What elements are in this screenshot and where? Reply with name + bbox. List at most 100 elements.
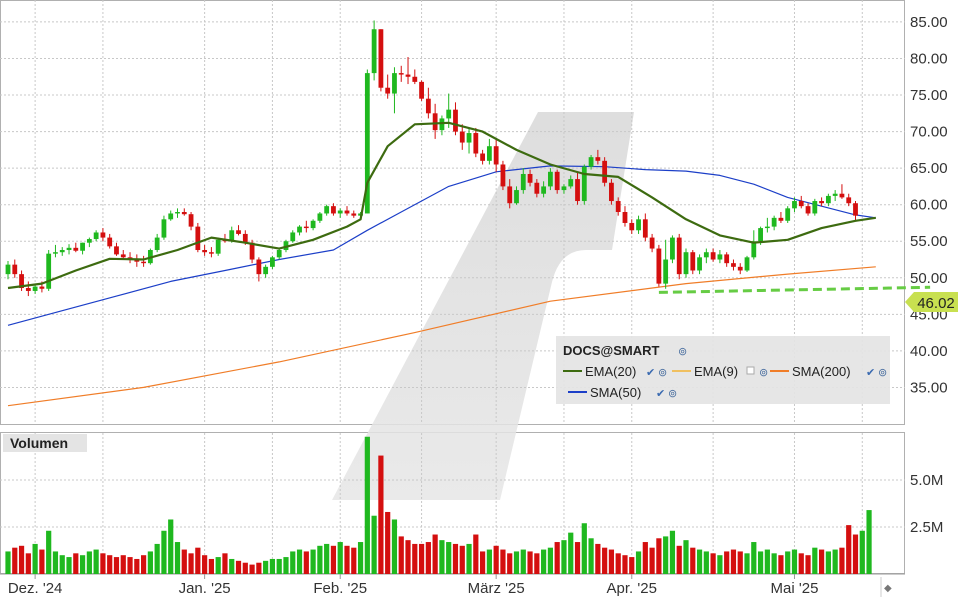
candle-body	[771, 217, 777, 227]
volume-bar	[161, 530, 167, 574]
candle-body	[297, 226, 302, 233]
volume-bar	[195, 547, 201, 574]
volume-bar	[554, 542, 560, 574]
volume-bar	[141, 555, 147, 574]
candle-body	[114, 246, 119, 255]
volume-bar	[771, 553, 777, 574]
check-icon[interactable]: ✔	[656, 388, 665, 400]
volume-bar	[127, 557, 133, 574]
candle-body	[412, 76, 418, 82]
x-tick-label: Apr. '25	[607, 580, 657, 597]
volume-bar	[5, 551, 11, 574]
legend-label-ema9: EMA(9)	[694, 364, 738, 379]
volume-bar	[825, 551, 831, 574]
volume-bar	[500, 549, 506, 574]
candle-body	[548, 171, 553, 187]
candle-body	[154, 237, 160, 251]
legend[interactable]: DOCS@SMART ⊚ EMA(20) ✔ ⊚ EMA(9) ⊚ SMA(20…	[556, 336, 890, 404]
candle-body	[195, 226, 201, 251]
volume-bar	[466, 543, 472, 574]
volume-bar	[168, 519, 174, 574]
legend-symbol: DOCS@SMART	[563, 343, 660, 358]
volume-bar	[683, 540, 689, 574]
check-icon[interactable]: ✔	[646, 367, 655, 379]
candle-body	[371, 29, 377, 74]
candle-body	[385, 87, 391, 94]
volume-bar	[791, 549, 798, 574]
volume-bar	[520, 549, 526, 574]
candle-body	[615, 201, 621, 212]
volume-bar	[337, 542, 343, 574]
candle-body	[392, 73, 397, 94]
volume-bar	[839, 547, 845, 574]
candle-body	[656, 248, 662, 284]
settings-icon[interactable]: ⊚	[668, 388, 677, 400]
price-tick-label: 80.00	[910, 50, 948, 67]
scroll-handle[interactable]: ◆	[880, 577, 892, 597]
volume-bar	[737, 551, 743, 574]
scroll-arrow-icon[interactable]: ◆	[884, 583, 892, 594]
settings-icon[interactable]: ⊚	[658, 367, 667, 379]
volume-bar	[724, 551, 730, 574]
volume-bar	[86, 551, 92, 574]
candle-body	[209, 252, 214, 254]
volume-bar	[25, 553, 31, 574]
candle-body	[500, 164, 506, 187]
candle-body	[832, 193, 838, 196]
check-icon[interactable]: ✔	[866, 367, 875, 379]
candle-body	[805, 206, 811, 214]
legend-symbol-settings-icon[interactable]: ⊚	[678, 346, 687, 358]
candle-body	[527, 173, 533, 183]
candle-body	[276, 250, 282, 258]
candle-body	[459, 131, 465, 143]
chart-canvas[interactable]: 35.0040.0045.0050.0055.0060.0065.0070.00…	[0, 0, 960, 600]
volume-bar	[391, 519, 398, 574]
volume-bar	[751, 542, 757, 574]
candle-body	[846, 197, 852, 204]
volume-bar	[39, 549, 45, 574]
volume-bar	[79, 555, 86, 574]
volume-bar	[330, 545, 337, 574]
volume-bar	[269, 558, 276, 574]
volume-bar	[663, 536, 669, 574]
volume-bar	[59, 555, 65, 574]
candle-body	[86, 239, 92, 243]
candle-body	[778, 217, 784, 221]
candle-body	[53, 252, 58, 254]
volume-bar	[432, 534, 438, 574]
volume-bar	[73, 553, 79, 574]
candle-body	[486, 146, 492, 161]
candle-body	[73, 247, 79, 251]
volume-bar	[202, 555, 208, 574]
candle-body	[649, 237, 655, 249]
volume-bar	[568, 532, 574, 574]
candle-body	[581, 166, 587, 202]
candle-body	[337, 210, 343, 214]
candle-body	[514, 190, 519, 204]
volume-bar	[642, 542, 648, 574]
volume-tick-label: 2.5M	[910, 519, 943, 536]
candle-body	[46, 253, 52, 289]
candle-body	[331, 206, 336, 214]
candle-body	[290, 232, 296, 242]
volume-bar	[276, 558, 282, 574]
candle-body	[188, 214, 194, 227]
volume-bar	[757, 551, 764, 574]
candle-body	[697, 257, 702, 271]
candle-body	[717, 254, 723, 260]
volume-bar	[418, 543, 425, 574]
volume-bar	[622, 555, 628, 574]
hidden-checkbox-icon[interactable]	[746, 366, 755, 375]
candle-body	[575, 179, 580, 202]
candle-body	[724, 254, 730, 264]
volume-bar	[378, 455, 384, 574]
settings-icon[interactable]: ⊚	[878, 367, 887, 379]
volume-bar	[785, 551, 791, 574]
candle-body	[731, 263, 736, 267]
candle-body	[270, 257, 275, 267]
settings-icon[interactable]: ⊚	[759, 367, 768, 379]
stock-chart[interactable]: 35.00 40.00 45.00 50.00 55.00 60.00 65.00 70.00…	[0, 0, 960, 600]
volume-bar	[188, 553, 194, 574]
volume-bar	[66, 557, 72, 574]
candle-body	[588, 157, 594, 167]
